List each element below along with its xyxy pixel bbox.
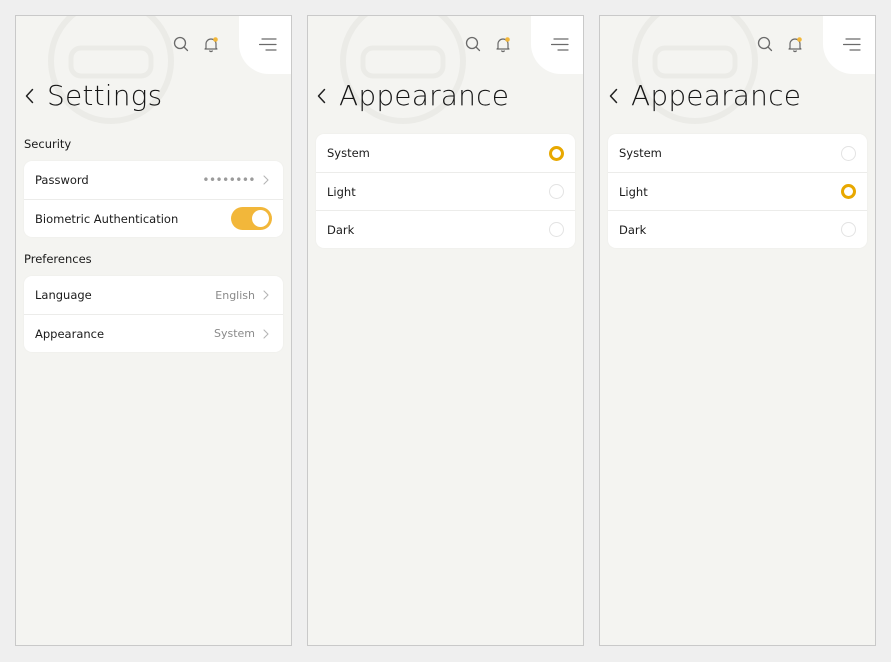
biometric-label: Biometric Authentication (35, 211, 179, 226)
biometric-toggle[interactable] (231, 207, 272, 230)
menu-icon (551, 38, 569, 51)
chevron-left-icon (25, 88, 33, 104)
back-button[interactable] (22, 85, 36, 107)
bell-icon[interactable] (495, 36, 511, 53)
biometric-row: Biometric Authentication (24, 199, 283, 237)
appearance-value: System (213, 327, 255, 340)
radio-unselected[interactable] (549, 184, 564, 199)
appearance-options-card: System Light Dark (316, 134, 575, 248)
section-label-preferences: Preferences (24, 252, 92, 266)
password-row[interactable]: Password •••••••• (24, 161, 283, 199)
language-label: Language (35, 288, 92, 302)
settings-screen: Settings Security Password •••••••• Biom… (15, 15, 292, 646)
radio-unselected[interactable] (549, 222, 564, 237)
password-value: •••••••• (202, 173, 255, 187)
menu-button[interactable] (531, 16, 583, 74)
page-header: Appearance (606, 80, 801, 112)
menu-button[interactable] (823, 16, 875, 74)
page-title: Appearance (339, 79, 510, 112)
menu-icon (843, 38, 861, 51)
option-row-system[interactable]: System (608, 134, 867, 172)
chevron-right-icon (263, 175, 271, 185)
appearance-screen-system: Appearance System Light Dark (307, 15, 584, 646)
chevron-left-icon (317, 88, 325, 104)
option-label: Light (619, 184, 648, 199)
radio-unselected[interactable] (841, 145, 856, 161)
preferences-card: Language English Appearance System (24, 276, 283, 352)
password-label: Password (35, 173, 89, 187)
option-row-light[interactable]: Light (608, 172, 867, 210)
appearance-options-card: System Light Dark (608, 134, 867, 248)
section-label-security: Security (24, 137, 72, 151)
menu-icon (259, 38, 277, 51)
bell-icon[interactable] (203, 36, 219, 53)
option-label: Light (327, 184, 356, 199)
search-icon[interactable] (173, 36, 189, 52)
option-label: System (327, 146, 370, 160)
back-button[interactable] (314, 85, 328, 107)
appearance-screen-light: Appearance System Light Dark (599, 15, 876, 646)
option-label: System (619, 146, 662, 160)
page-title: Settings (47, 79, 163, 112)
chevron-right-icon (263, 290, 271, 300)
option-label: Dark (327, 222, 355, 237)
radio-unselected[interactable] (841, 222, 856, 237)
language-value: English (215, 288, 255, 302)
bell-icon[interactable] (787, 36, 803, 53)
back-button[interactable] (606, 85, 620, 107)
language-row[interactable]: Language English (24, 276, 283, 314)
option-label: Dark (619, 222, 647, 237)
chevron-left-icon (609, 88, 617, 104)
security-card: Password •••••••• Biometric Authenticati… (24, 161, 283, 237)
appearance-label: Appearance (35, 326, 105, 341)
option-row-dark[interactable]: Dark (608, 210, 867, 248)
search-icon[interactable] (757, 36, 773, 52)
toggle-knob (252, 210, 269, 227)
page-header: Appearance (314, 80, 509, 112)
option-row-light[interactable]: Light (316, 172, 575, 210)
menu-button[interactable] (239, 16, 291, 74)
search-icon[interactable] (465, 36, 481, 52)
appearance-row[interactable]: Appearance System (24, 314, 283, 352)
option-row-dark[interactable]: Dark (316, 210, 575, 248)
chevron-right-icon (263, 328, 271, 339)
page-header: Settings (22, 80, 162, 112)
radio-selected[interactable] (549, 145, 564, 161)
radio-selected[interactable] (841, 184, 856, 199)
stage: Settings Security Password •••••••• Biom… (0, 0, 891, 662)
page-title: Appearance (631, 79, 802, 112)
option-row-system[interactable]: System (316, 134, 575, 172)
